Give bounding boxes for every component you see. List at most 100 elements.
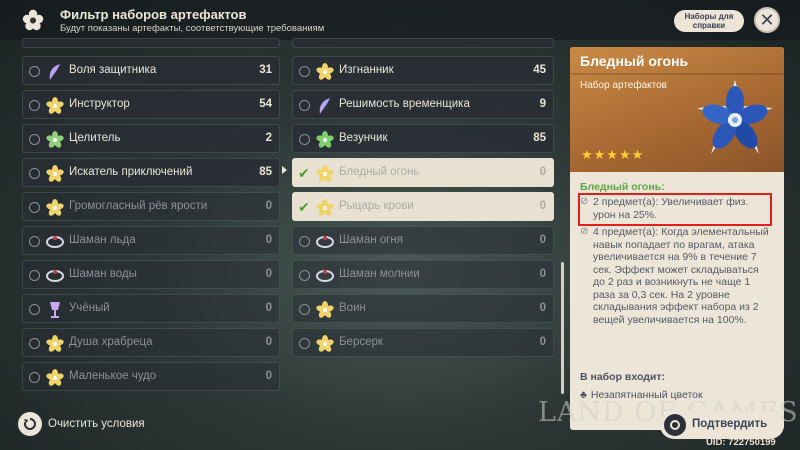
set-detail-header: Бледный огонь Набор артефактов ★★★★★ xyxy=(570,47,784,172)
flower-icon xyxy=(20,7,46,33)
feather-icon xyxy=(45,62,64,81)
radio-button[interactable] xyxy=(299,304,310,315)
selection-arrow-icon xyxy=(282,166,287,174)
flower-icon xyxy=(45,368,64,387)
confirm-label: Подтвердить xyxy=(692,418,768,430)
circle-button-icon xyxy=(664,414,686,436)
confirm-button[interactable]: Подтвердить xyxy=(660,411,784,439)
artifact-set-count: 54 xyxy=(259,98,272,110)
artifact-set-label: Шаман льда xyxy=(69,234,136,246)
highlight-annotation xyxy=(578,193,772,226)
flower-icon xyxy=(45,334,64,353)
artifact-set-label: Берсерк xyxy=(339,336,383,348)
artifact-set-label: Решимость временщика xyxy=(339,98,470,110)
close-icon: ✕ xyxy=(759,9,775,30)
radio-button[interactable] xyxy=(29,236,40,247)
header-bar: Фильтр наборов артефактов Будут показаны… xyxy=(0,0,800,40)
flower-icon xyxy=(315,198,334,217)
artifact-set-row[interactable]: Шаман воды 0 xyxy=(22,260,280,289)
artifact-set-row[interactable]: ✔ Бледный огонь 0 xyxy=(292,158,554,187)
artifact-set-count: 0 xyxy=(539,200,546,212)
artifact-set-row[interactable]: Инструктор 54 xyxy=(22,90,280,119)
circlet-icon xyxy=(45,232,64,251)
flower-icon xyxy=(315,300,334,319)
artifact-set-label: Громогласный рёв ярости xyxy=(69,200,208,212)
circlet-icon xyxy=(45,266,64,285)
flower-icon xyxy=(315,62,334,81)
artifact-set-row[interactable]: Берсерк 0 xyxy=(292,328,554,357)
radio-button[interactable] xyxy=(299,66,310,77)
clover-icon xyxy=(315,130,334,149)
close-button[interactable]: ✕ xyxy=(754,7,780,33)
artifact-set-row[interactable]: ✔ Рыцарь крови 0 xyxy=(292,192,554,221)
feather-icon xyxy=(315,96,334,115)
artifact-set-label: Учёный xyxy=(69,302,110,314)
goblet-icon xyxy=(45,300,64,319)
radio-button[interactable] xyxy=(29,270,40,281)
artifact-set-count: 0 xyxy=(539,268,546,280)
artifact-set-label: Везунчик xyxy=(339,132,388,144)
artifact-set-row[interactable]: Громогласный рёв ярости 0 xyxy=(22,192,280,221)
flower-icon xyxy=(45,96,64,115)
divider xyxy=(570,73,784,75)
radio-button[interactable] xyxy=(29,202,40,213)
radio-button[interactable] xyxy=(29,66,40,77)
artifact-set-row[interactable]: Изгнанник 45 xyxy=(292,56,554,85)
artifact-set-label: Воин xyxy=(339,302,366,314)
artifact-set-count: 0 xyxy=(265,268,272,280)
artifact-set-label: Изгнанник xyxy=(339,64,394,76)
artifact-set-count: 0 xyxy=(265,234,272,246)
radio-button[interactable] xyxy=(299,270,310,281)
reference-sets-button[interactable]: Наборы для справки xyxy=(674,10,744,32)
radio-button[interactable] xyxy=(29,134,40,145)
flower-icon xyxy=(315,334,334,353)
artifact-set-label: Искатель приключений xyxy=(69,166,193,178)
radio-button[interactable] xyxy=(29,338,40,349)
radio-button[interactable] xyxy=(29,304,40,315)
flower-icon xyxy=(45,198,64,217)
artifact-set-count: 0 xyxy=(265,370,272,382)
list-scrollbar[interactable] xyxy=(561,262,564,394)
reset-icon xyxy=(18,412,42,436)
artifact-set-label: Инструктор xyxy=(69,98,130,110)
checkmark-icon: ✔ xyxy=(298,199,310,215)
artifact-set-row[interactable]: Душа храбреца 0 xyxy=(22,328,280,357)
artifact-set-label: Целитель xyxy=(69,132,121,144)
artifact-set-row[interactable]: Решимость временщика 9 xyxy=(292,90,554,119)
flower-icon xyxy=(315,164,334,183)
artifact-set-count: 0 xyxy=(265,336,272,348)
radio-button[interactable] xyxy=(299,134,310,145)
bonus-4pc: ⊘ 4 предмет(а): Когда элементальный навы… xyxy=(580,226,772,326)
artifact-set-row[interactable]: Воин 0 xyxy=(292,294,554,323)
radio-button[interactable] xyxy=(29,100,40,111)
list-item-partial xyxy=(22,38,280,48)
artifact-set-row[interactable]: Везунчик 85 xyxy=(292,124,554,153)
artifact-set-label: Шаман воды xyxy=(69,268,137,280)
artifact-set-row[interactable]: Шаман молнии 0 xyxy=(292,260,554,289)
clear-conditions-label: Очистить условия xyxy=(48,418,145,430)
artifact-set-count: 31 xyxy=(259,64,272,76)
radio-button[interactable] xyxy=(299,100,310,111)
artifact-set-label: Рыцарь крови xyxy=(339,200,414,212)
artifact-set-count: 2 xyxy=(265,132,272,144)
set-detail-panel: Бледный огонь Набор артефактов ★★★★★ Бле… xyxy=(570,47,784,430)
artifact-set-row[interactable]: Целитель 2 xyxy=(22,124,280,153)
artifact-set-row[interactable]: Воля защитника 31 xyxy=(22,56,280,85)
artifact-set-count: 0 xyxy=(539,336,546,348)
radio-button[interactable] xyxy=(299,236,310,247)
artifact-set-row[interactable]: Искатель приключений 85 xyxy=(22,158,280,187)
page-title: Фильтр наборов артефактов xyxy=(60,7,247,22)
radio-button[interactable] xyxy=(29,168,40,179)
artifact-set-row[interactable]: Маленькое чудо 0 xyxy=(22,362,280,391)
artifact-set-row[interactable]: Учёный 0 xyxy=(22,294,280,323)
artifact-set-count: 85 xyxy=(533,132,546,144)
set-includes-label: В набор входит: xyxy=(580,371,665,383)
radio-button[interactable] xyxy=(299,338,310,349)
leaf-icon xyxy=(45,130,64,149)
radio-button[interactable] xyxy=(29,372,40,383)
set-name: Бледный огонь xyxy=(580,53,689,69)
artifact-set-label: Шаман огня xyxy=(339,234,403,246)
artifact-set-row[interactable]: Шаман огня 0 xyxy=(292,226,554,255)
artifact-set-row[interactable]: Шаман льда 0 xyxy=(22,226,280,255)
bonus-4pc-text: 4 предмет(а): Когда элементальный навык … xyxy=(593,226,769,326)
